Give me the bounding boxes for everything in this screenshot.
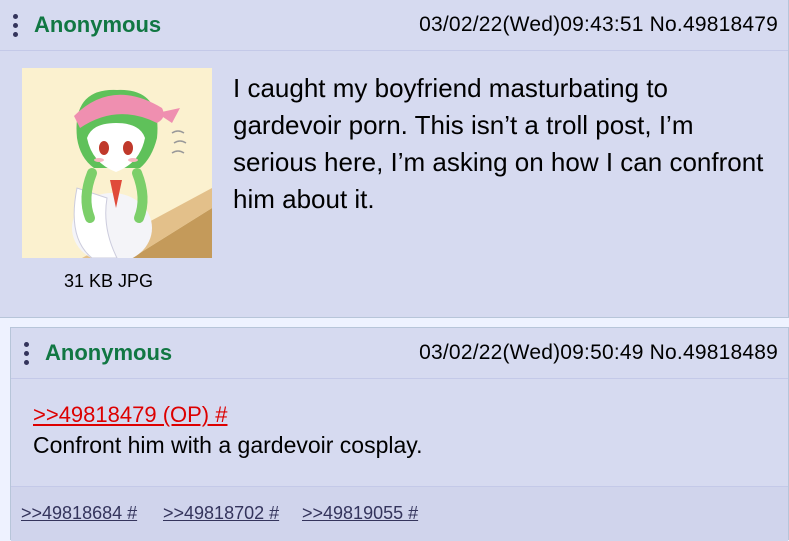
- poster-name: Anonymous: [45, 340, 173, 365]
- op-quote-link[interactable]: >>49818479 (OP) #: [33, 402, 227, 428]
- post-datetime: 03/02/22(Wed)09:43:51: [419, 13, 644, 36]
- op-post-header: Anonymous 03/02/22(Wed)09:43:51 No.49818…: [0, 0, 788, 51]
- backlink[interactable]: >>49819055 #: [302, 503, 418, 524]
- post-number[interactable]: No.49818489: [650, 341, 778, 364]
- gardevoir-drawing-icon: [22, 68, 212, 258]
- post-meta: 03/02/22(Wed)09:50:49 No.49818489: [419, 341, 788, 365]
- backlink[interactable]: >>49818684 #: [21, 503, 137, 524]
- post-message: I caught my boyfriend masturbating to ga…: [233, 73, 764, 214]
- post-meta: 03/02/22(Wed)09:43:51 No.49818479: [419, 13, 788, 37]
- reply-post: Anonymous 03/02/22(Wed)09:50:49 No.49818…: [10, 327, 789, 541]
- post-message: Confront him with a gardevoir cosplay.: [33, 432, 423, 458]
- file-info[interactable]: 31 KB JPG: [64, 271, 153, 292]
- post-datetime: 03/02/22(Wed)09:50:49: [419, 341, 644, 364]
- backlink[interactable]: >>49818702 #: [163, 503, 279, 524]
- op-post: Anonymous 03/02/22(Wed)09:43:51 No.49818…: [0, 0, 789, 318]
- reply-post-header: Anonymous 03/02/22(Wed)09:50:49 No.49818…: [11, 328, 788, 379]
- backlinks-bar: >>49818684 # >>49818702 # >>49819055 #: [11, 486, 788, 541]
- post-number[interactable]: No.49818479: [650, 13, 778, 36]
- poster-name: Anonymous: [34, 12, 162, 37]
- post-menu-icon[interactable]: [0, 10, 30, 40]
- post-menu-icon[interactable]: [11, 338, 41, 368]
- post-thumbnail[interactable]: [22, 68, 212, 258]
